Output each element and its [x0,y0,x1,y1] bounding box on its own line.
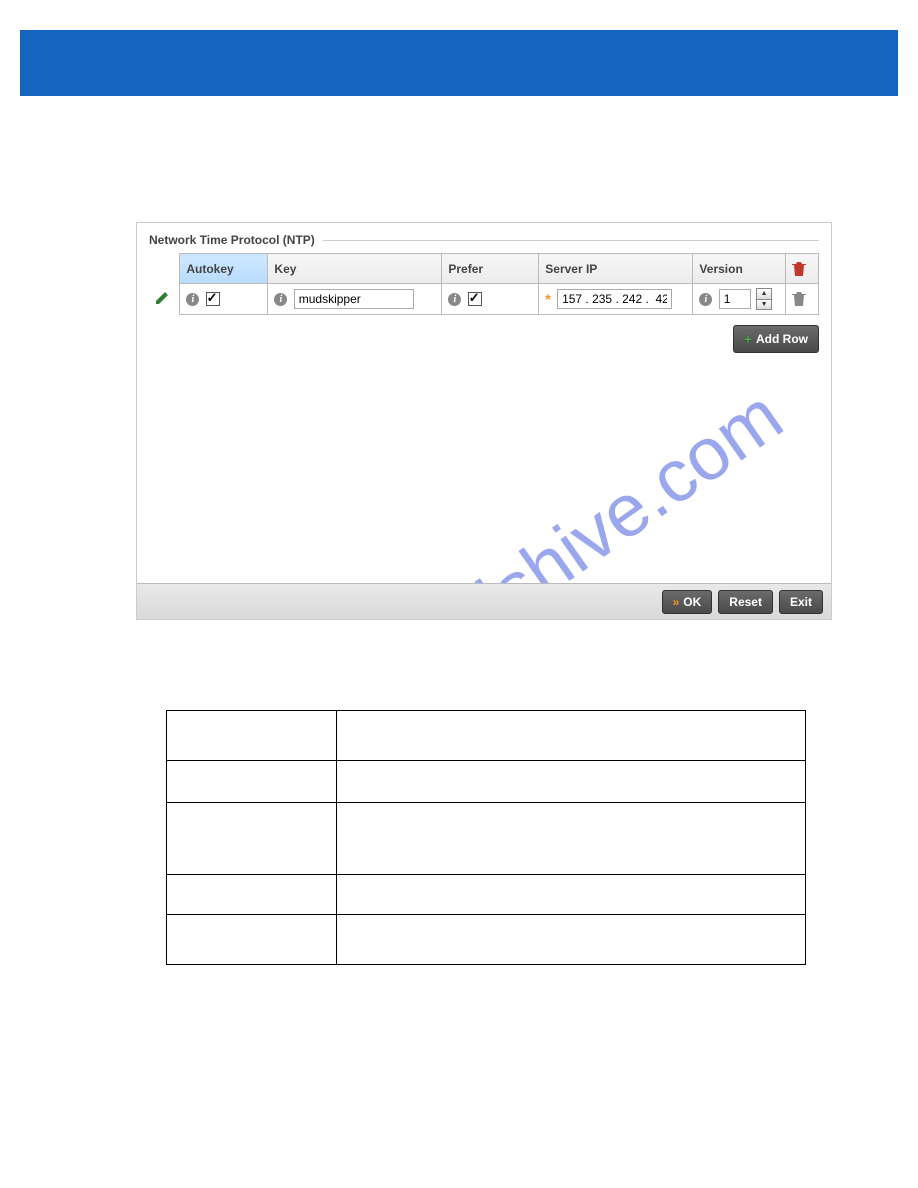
col-autokey-header[interactable]: Autokey [180,254,268,284]
panel-title-divider [323,240,819,241]
info-icon[interactable]: i [448,293,461,306]
prefer-cell: i [442,284,539,315]
trash-all-icon [792,261,806,277]
autokey-checkbox[interactable] [206,292,220,306]
desc-value-cell [337,875,806,915]
watermark: manualshive.com [277,359,817,583]
desc-value-cell [337,803,806,875]
ok-button[interactable]: » OK [662,590,713,614]
info-icon[interactable]: i [699,293,712,306]
ntp-header-row: Autokey Key Prefer Server IP Version [149,254,819,284]
desc-param-cell [167,915,337,965]
panel-footer: » OK Reset Exit [137,583,831,619]
panel-title: Network Time Protocol (NTP) [149,233,315,247]
info-icon[interactable]: i [274,293,287,306]
col-delete-all-header[interactable] [785,254,818,284]
trash-icon [792,291,806,307]
col-edit-header [149,254,180,284]
reset-label: Reset [729,595,762,609]
add-row-label: Add Row [756,332,808,346]
spinner-down-button[interactable]: ▼ [757,299,771,309]
plus-icon: + [744,331,752,347]
ntp-panel: Network Time Protocol (NTP) Autokey Key … [136,222,832,620]
spinner-up-button[interactable]: ▲ [757,289,771,299]
desc-desc-header [337,711,806,761]
row-edit-cell[interactable] [149,284,180,315]
desc-row [167,803,806,875]
desc-row [167,915,806,965]
desc-row [167,875,806,915]
exit-label: Exit [790,595,812,609]
version-input[interactable] [719,289,751,309]
col-version-header[interactable]: Version [693,254,785,284]
row-delete-cell[interactable] [785,284,818,315]
ntp-row: i i i * i [149,284,819,315]
desc-param-header [167,711,337,761]
autokey-cell: i [180,284,268,315]
desc-row [167,761,806,803]
key-cell: i [268,284,442,315]
reset-button[interactable]: Reset [718,590,773,614]
add-row-wrap: + Add Row [149,325,819,353]
server-ip-cell: * [539,284,693,315]
version-spinner: ▲ ▼ [756,288,772,310]
info-icon[interactable]: i [186,293,199,306]
add-row-button[interactable]: + Add Row [733,325,819,353]
description-table [166,710,806,965]
description-table-wrap [166,710,806,965]
col-key-header[interactable]: Key [268,254,442,284]
version-cell: i ▲ ▼ [693,284,785,315]
desc-value-cell [337,761,806,803]
panel-body: Network Time Protocol (NTP) Autokey Key … [137,223,831,583]
ntp-table: Autokey Key Prefer Server IP Version [149,253,819,315]
ok-label: OK [683,595,701,609]
exit-button[interactable]: Exit [779,590,823,614]
desc-value-cell [337,915,806,965]
required-star-icon: * [545,291,550,307]
desc-header-row [167,711,806,761]
chevron-icon: » [673,595,680,609]
desc-param-cell [167,803,337,875]
col-prefer-header[interactable]: Prefer [442,254,539,284]
pencil-icon [155,291,169,308]
prefer-checkbox[interactable] [468,292,482,306]
desc-param-cell [167,875,337,915]
key-input[interactable] [294,289,414,309]
desc-param-cell [167,761,337,803]
top-banner [20,30,898,96]
server-ip-input[interactable] [557,289,672,309]
panel-title-row: Network Time Protocol (NTP) [149,233,819,247]
col-server-header[interactable]: Server IP [539,254,693,284]
